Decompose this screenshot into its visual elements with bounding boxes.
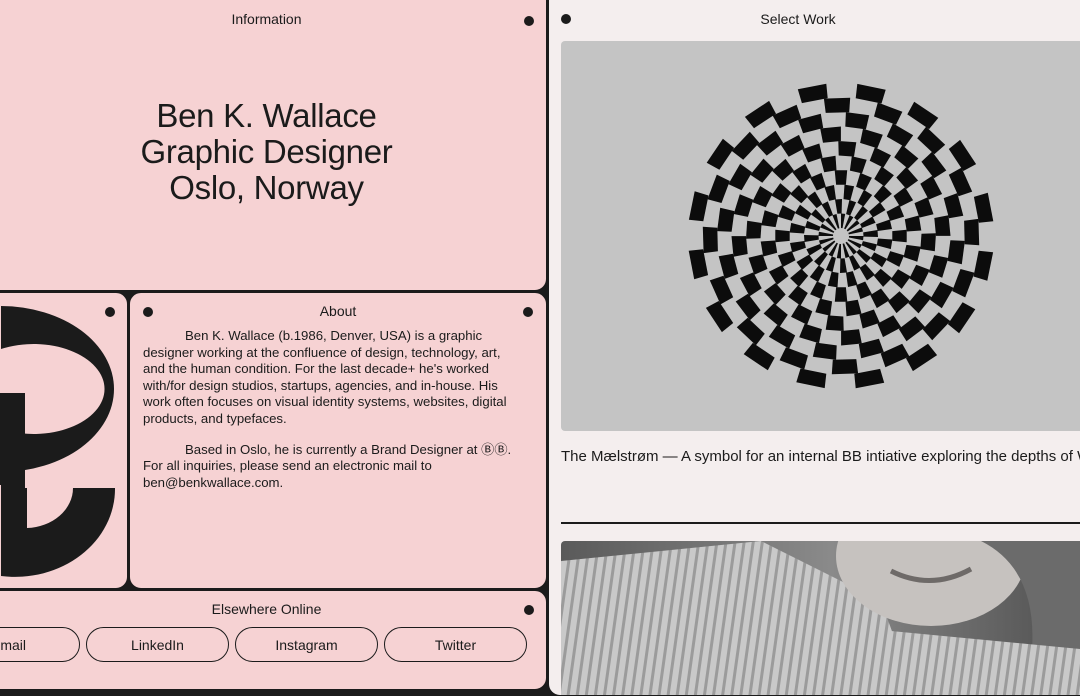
- twitter-link-button[interactable]: Twitter: [384, 627, 527, 662]
- linkedin-link-button[interactable]: LinkedIn: [86, 627, 229, 662]
- hero-name: Ben K. Wallace: [156, 97, 377, 134]
- elsewhere-online-panel: Elsewhere Online Email LinkedIn Instagra…: [0, 590, 547, 690]
- about-body: Ben K. Wallace (b.1986, Denver, USA) is …: [143, 328, 526, 506]
- instagram-link-button[interactable]: Instagram: [235, 627, 378, 662]
- divider: [561, 522, 1080, 524]
- about-title: About: [319, 303, 357, 319]
- maelstrom-artwork[interactable]: [561, 41, 1080, 431]
- hero-heading: Ben K. Wallace Graphic Designer Oslo, No…: [0, 98, 546, 206]
- portrait-image: [561, 541, 1080, 695]
- select-work-title: Select Work: [760, 11, 836, 27]
- hero-role: Graphic Designer: [140, 133, 393, 170]
- work-caption: The Mælstrøm — A symbol for an internal …: [561, 448, 1080, 465]
- about-panel: About Ben K. Wallace (b.1986, Denver, US…: [129, 292, 547, 589]
- hero-location: Oslo, Norway: [169, 169, 364, 206]
- maelstrom-symbol-icon: [688, 83, 994, 389]
- dot-icon: [143, 307, 153, 317]
- information-panel: Information Ben K. Wallace Graphic Desig…: [0, 0, 547, 291]
- dot-icon: [524, 605, 534, 615]
- elsewhere-online-title: Elsewhere Online: [211, 601, 322, 617]
- dot-icon: [523, 307, 533, 317]
- information-title: Information: [231, 11, 302, 27]
- about-paragraph: Ben K. Wallace (b.1986, Denver, USA) is …: [143, 328, 507, 426]
- logo-mark-icon: [0, 306, 116, 577]
- logo-panel: [0, 292, 128, 589]
- portrait-photo[interactable]: [561, 541, 1080, 695]
- about-paragraph: Based in Oslo, he is currently a Brand D…: [143, 441, 512, 490]
- dot-icon: [524, 16, 534, 26]
- select-work-panel: Select Work The Mælstrøm — A symbol for …: [548, 0, 1080, 696]
- email-link-button[interactable]: Email: [0, 627, 80, 662]
